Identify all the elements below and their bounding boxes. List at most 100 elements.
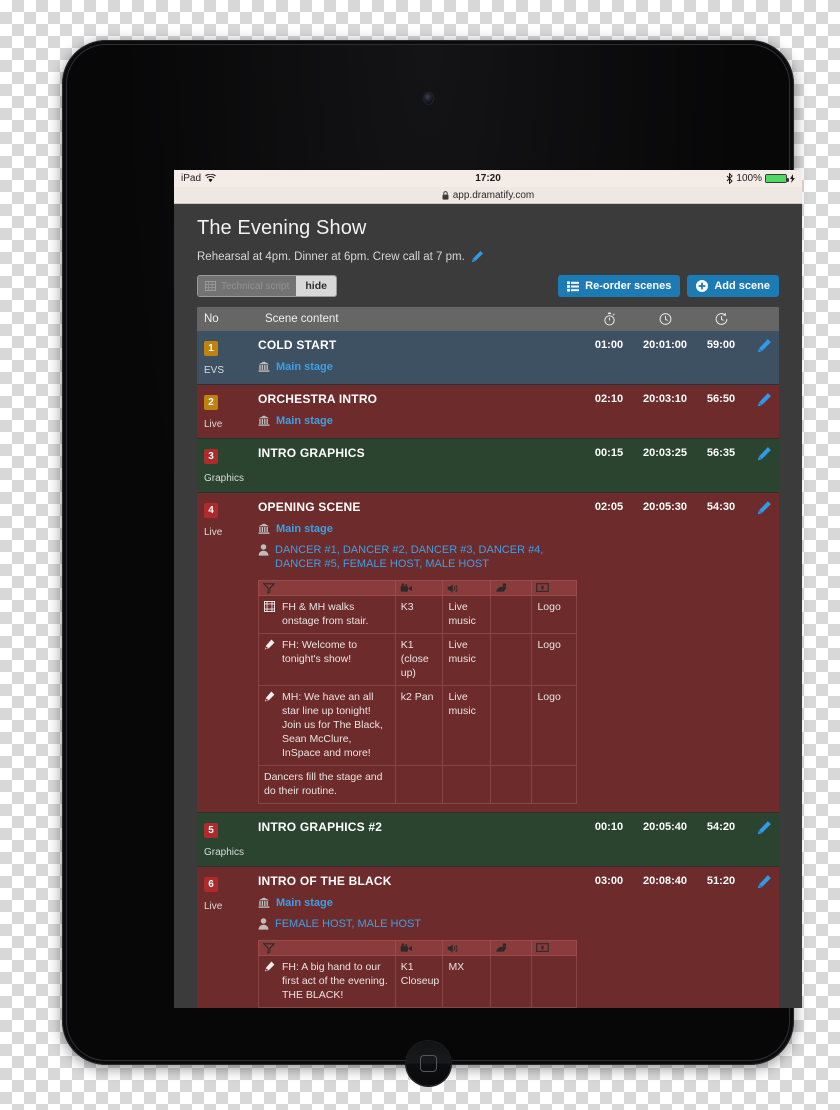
clock-icon	[637, 312, 693, 326]
scene-clock-time: 20:05:40	[642, 821, 688, 833]
scene-location-label: Main stage	[276, 523, 333, 535]
video-camera-icon	[394, 940, 444, 956]
scene-content-cell: ORCHESTRA INTRO Main stage	[258, 392, 581, 430]
scene-countdown: 51:20	[706, 875, 736, 887]
script-text: MH: We have an all star line up tonight!…	[282, 691, 383, 759]
bluetooth-icon	[726, 173, 734, 184]
script-sound-cell: Live music	[442, 633, 492, 686]
scene-edit-button[interactable]	[749, 820, 779, 858]
scene-content-cell: INTRO OF THE BLACK Main stage FEMALE HOST,…	[258, 874, 581, 1008]
scene-cast-label: DANCER #1, DANCER #2, DANCER #3, DANCER …	[275, 544, 544, 570]
reorder-scenes-button[interactable]: Re-order scenes	[558, 275, 681, 297]
screen-icon	[531, 940, 577, 956]
add-scene-label: Add scene	[714, 280, 770, 292]
scene-row[interactable]: 5 Graphics INTRO GRAPHICS #2 00:10 20:05:40 5…	[197, 813, 779, 867]
script-text-cell: Dancers fill the stage and do their rout…	[258, 765, 396, 804]
scene-location-row[interactable]: Main stage	[258, 522, 577, 536]
script-table-row[interactable]: FH: A big hand to our first act of the e…	[258, 955, 577, 1008]
pencil-icon	[757, 446, 772, 461]
scene-location-row[interactable]: Main stage	[258, 896, 577, 910]
pencil-icon	[757, 500, 772, 515]
scene-edit-button[interactable]	[749, 874, 779, 1008]
script-table-header-row	[258, 940, 577, 956]
script-light-cell	[490, 633, 533, 686]
scene-edit-button[interactable]	[749, 392, 779, 430]
scene-number-cell: 6 Live	[197, 874, 258, 1008]
script-camera-cell: K3	[394, 595, 444, 634]
scene-cast-row[interactable]: FEMALE HOST, MALE HOST	[258, 917, 577, 931]
add-scene-button[interactable]: Add scene	[687, 275, 779, 297]
script-text: FH: Welcome to tonight's show!	[282, 639, 358, 665]
hide-button[interactable]: hide	[296, 276, 336, 296]
microphone-icon	[264, 691, 275, 702]
scene-title: INTRO OF THE BLACK	[258, 874, 392, 888]
scene-type-label: Graphics	[204, 473, 245, 484]
scene-title: INTRO GRAPHICS #2	[258, 820, 383, 834]
scene-number-badge: 6	[204, 877, 218, 892]
scene-number-cell: 5 Graphics	[197, 820, 258, 858]
scene-duration: 00:15	[594, 447, 624, 459]
scene-duration: 00:10	[594, 821, 624, 833]
script-sound-cell	[442, 765, 492, 804]
script-text-cell: MH: We have an all star line up tonight!…	[258, 685, 396, 766]
scene-toolbar: Technical script hide Re-order scenes Ad…	[174, 275, 802, 297]
scene-clock-time: 20:03:25	[642, 447, 688, 459]
scene-cast-row[interactable]: DANCER #1, DANCER #2, DANCER #3, DANCER …	[258, 543, 577, 571]
scene-row[interactable]: 1 EVS COLD START Main stage 01:00 20:01:00 59:…	[197, 331, 779, 385]
home-button-square-icon	[419, 1055, 437, 1072]
status-left: iPad	[181, 173, 216, 184]
browser-url-bar[interactable]: app.dramatify.com	[174, 187, 802, 204]
clock-back-icon	[693, 312, 749, 326]
scene-location-row[interactable]: Main stage	[258, 360, 577, 374]
script-graphics-cell	[531, 955, 577, 1008]
show-subtitle: Rehearsal at 4pm. Dinner at 6pm. Crew ca…	[197, 250, 465, 263]
scene-row[interactable]: 3 Graphics INTRO GRAPHICS 00:15 20:03:25 56:3…	[197, 439, 779, 493]
column-header-no: No	[204, 313, 219, 325]
scene-type-label: Graphics	[204, 847, 245, 858]
script-text-cell: FH & MH walks onstage from stair.	[258, 595, 396, 634]
script-light-cell	[490, 595, 533, 634]
technical-script-toggle-group[interactable]: Technical script hide	[197, 275, 337, 297]
script-table-row[interactable]: Dancers fill the stage and do their rout…	[258, 765, 577, 804]
script-table-row[interactable]: FH & MH walks onstage from stair. K3 Live …	[258, 595, 577, 634]
film-icon	[264, 601, 275, 612]
technical-script-button[interactable]: Technical script	[198, 276, 297, 296]
video-camera-icon	[394, 580, 444, 596]
scene-number-badge: 4	[204, 503, 218, 518]
scene-number-cell: 4 Live	[197, 500, 258, 804]
scene-location-row[interactable]: Main stage	[258, 414, 577, 428]
scene-countdown: 54:20	[706, 821, 736, 833]
script-graphics-cell	[531, 765, 577, 804]
scene-row[interactable]: 6 Live INTRO OF THE BLACK Main stage FEMALE …	[197, 867, 779, 1008]
scene-row[interactable]: 2 Live ORCHESTRA INTRO Main stage 02:10 20:03…	[197, 385, 779, 439]
technical-script-label: Technical script	[221, 280, 290, 292]
scene-duration: 02:05	[594, 501, 624, 513]
app-page: The Evening Show Rehearsal at 4pm. Dinne…	[174, 204, 802, 1008]
script-sound-cell: MX	[442, 955, 492, 1008]
script-light-cell	[490, 955, 533, 1008]
scene-cast-label: FEMALE HOST, MALE HOST	[275, 918, 422, 930]
grid-icon	[205, 281, 216, 291]
scene-rows-container: 1 EVS COLD START Main stage 01:00 20:01:00 59:…	[197, 331, 779, 1008]
show-subtitle-row: Rehearsal at 4pm. Dinner at 6pm. Crew ca…	[197, 250, 779, 263]
script-table-row[interactable]: FH: Welcome to tonight's show! K1 (close …	[258, 633, 577, 686]
script-camera-cell: K1 Closeup	[394, 955, 444, 1008]
scene-edit-button[interactable]	[749, 338, 779, 376]
scene-edit-button[interactable]	[749, 446, 779, 484]
scene-table-header: No Scene content	[197, 307, 779, 331]
home-button[interactable]	[405, 1041, 451, 1086]
scene-duration: 03:00	[594, 875, 624, 887]
scene-number-badge: 3	[204, 449, 218, 464]
scene-duration: 01:00	[594, 339, 624, 351]
scene-clock-time: 20:05:30	[642, 501, 688, 513]
pencil-icon	[757, 392, 772, 407]
stopwatch-icon	[581, 312, 637, 326]
pencil-icon[interactable]	[471, 250, 484, 263]
scene-content-cell: COLD START Main stage	[258, 338, 581, 376]
scene-duration: 02:10	[594, 393, 624, 405]
scene-row[interactable]: 4 Live OPENING SCENE Main stage DANCER #1, D…	[197, 493, 779, 813]
scene-countdown: 56:50	[706, 393, 736, 405]
pencil-icon	[757, 874, 772, 889]
script-table-row[interactable]: MH: We have an all star line up tonight!…	[258, 685, 577, 766]
scene-edit-button[interactable]	[749, 500, 779, 804]
